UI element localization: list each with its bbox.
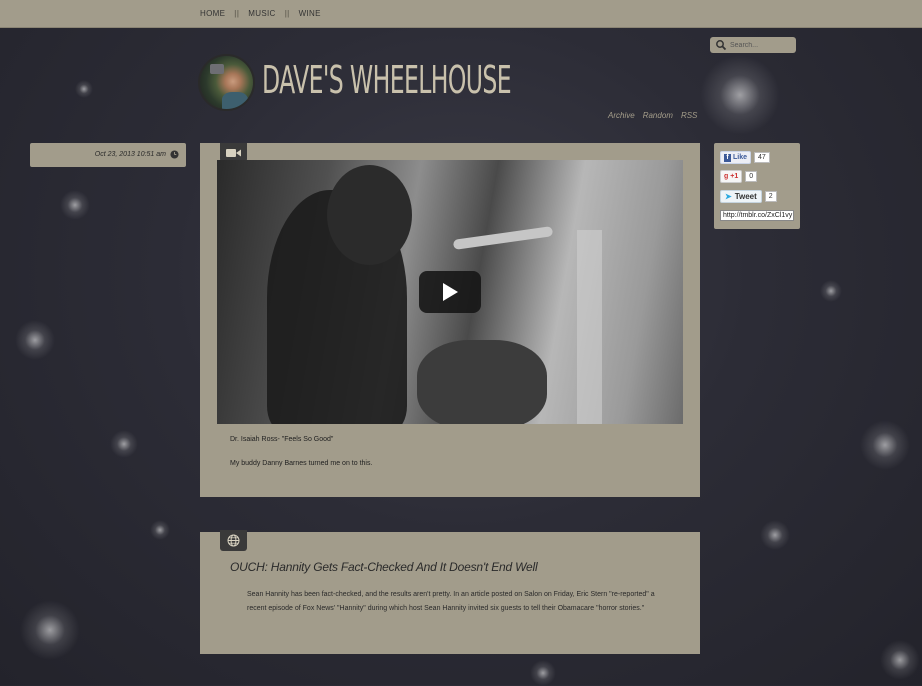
play-icon	[443, 283, 458, 301]
post-date[interactable]: Oct 23, 2013 10:51 am	[95, 151, 166, 158]
share-panel: f Like 47 g +1 0 ➤ Tweet 2 http://tmblr.co/…	[714, 143, 800, 229]
google-plus: g +1 0	[720, 170, 758, 183]
random-link[interactable]: Random	[643, 111, 673, 120]
nav-separator: ||	[284, 9, 290, 18]
tweet-label: Tweet	[734, 192, 757, 201]
like-label: Like	[733, 154, 748, 161]
twitter-bird-icon: ➤	[725, 192, 732, 201]
post-date-box[interactable]: Oct 23, 2013 10:51 am	[30, 143, 186, 167]
clock-icon	[170, 150, 179, 159]
facebook-icon: f	[724, 153, 731, 162]
avatar[interactable]	[200, 56, 253, 109]
tweet-button[interactable]: ➤ Tweet	[720, 190, 762, 203]
tweet: ➤ Tweet 2	[720, 190, 777, 203]
rss-link[interactable]: RSS	[681, 111, 697, 120]
video-player[interactable]	[217, 160, 683, 424]
google-plus-button[interactable]: g +1	[720, 170, 743, 183]
facebook-like-button[interactable]: f Like	[720, 151, 752, 164]
blog-title[interactable]: Dave's Wheelhouse	[262, 58, 512, 102]
video-post: Dr. Isaiah Ross- "Feels So Good" My budd…	[200, 143, 700, 497]
gplus-label: +1	[730, 173, 739, 180]
link-post: OUCH: Hannity Gets Fact-Checked And It D…	[200, 530, 700, 654]
short-url-field[interactable]: http://tmblr.co/ZxCl1vy	[720, 210, 794, 221]
play-button[interactable]	[419, 271, 481, 313]
like-count: 47	[754, 152, 770, 163]
video-caption: Dr. Isaiah Ross- "Feels So Good"	[230, 436, 334, 443]
blog-sublinks: Archive Random RSS	[608, 111, 697, 120]
globe-icon[interactable]	[220, 530, 247, 551]
top-nav-bar: HOME || MUSIC || WINE	[0, 0, 922, 28]
post-text: My buddy Danny Barnes turned me on to th…	[230, 460, 373, 467]
archive-link[interactable]: Archive	[608, 111, 635, 120]
post-excerpt: Sean Hannity has been fact-checked, and …	[247, 591, 655, 612]
search-icon	[716, 40, 727, 51]
google-plus-icon: g	[724, 173, 729, 180]
search-input[interactable]	[727, 41, 792, 49]
nav-separator: ||	[234, 9, 240, 18]
tweet-count: 2	[764, 191, 777, 202]
nav-music[interactable]: MUSIC	[248, 9, 275, 18]
top-nav: HOME || MUSIC || WINE	[200, 9, 321, 18]
nav-wine[interactable]: WINE	[299, 9, 321, 18]
facebook-like: f Like 47	[720, 151, 770, 164]
search-box[interactable]	[710, 37, 796, 53]
nav-home[interactable]: HOME	[200, 9, 225, 18]
post-title-link[interactable]: OUCH: Hannity Gets Fact-Checked And It D…	[230, 560, 538, 574]
gplus-count: 0	[745, 171, 758, 182]
